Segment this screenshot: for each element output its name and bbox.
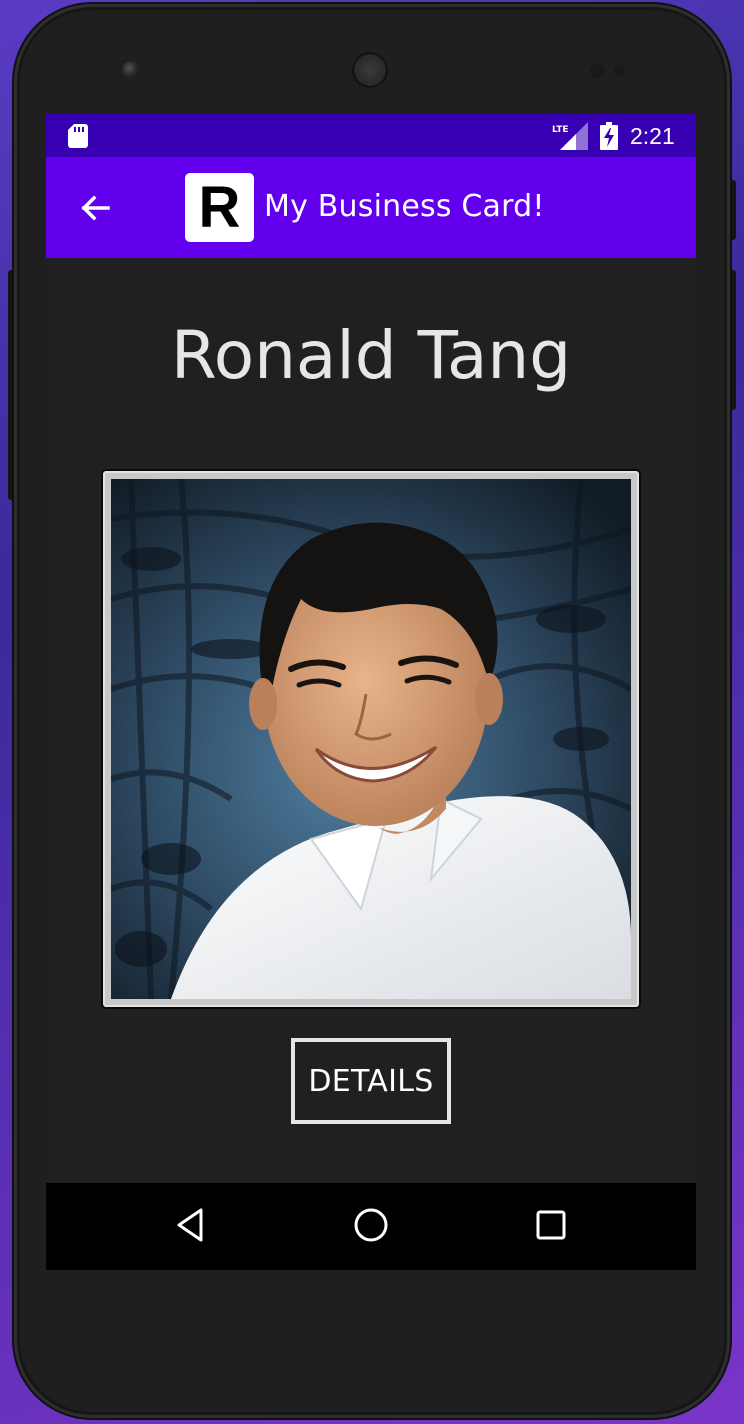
- front-camera: [122, 61, 140, 79]
- status-bar: LTE 2:21: [46, 114, 696, 157]
- app-bar: R My Business Card!: [46, 157, 696, 258]
- earpiece-speaker: [352, 52, 388, 88]
- status-clock: 2:21: [630, 123, 675, 149]
- app-title: My Business Card!: [264, 189, 545, 224]
- square-recents-icon[interactable]: [531, 1205, 571, 1245]
- triangle-back-icon[interactable]: [171, 1205, 211, 1245]
- arrow-left-icon[interactable]: [78, 191, 112, 225]
- light-sensor: [614, 66, 624, 76]
- battery-charging-icon: [600, 122, 618, 150]
- profile-photo: [111, 479, 631, 999]
- circle-home-icon[interactable]: [351, 1205, 391, 1245]
- app-logo: R: [185, 173, 254, 242]
- proximity-sensor: [590, 64, 604, 78]
- signal-icon: LTE: [552, 122, 588, 150]
- portrait-image: [111, 479, 631, 999]
- details-button[interactable]: DETAILS: [291, 1038, 451, 1124]
- network-label: LTE: [552, 125, 569, 135]
- profile-photo-frame: [101, 469, 641, 1009]
- sd-card-icon: [68, 124, 88, 148]
- device-screen: LTE 2:21 R My Business Card! Ronald Tang: [46, 114, 696, 1270]
- navigation-bar: [46, 1183, 696, 1270]
- person-name: Ronald Tang: [170, 317, 572, 394]
- app-logo-letter: R: [198, 174, 241, 240]
